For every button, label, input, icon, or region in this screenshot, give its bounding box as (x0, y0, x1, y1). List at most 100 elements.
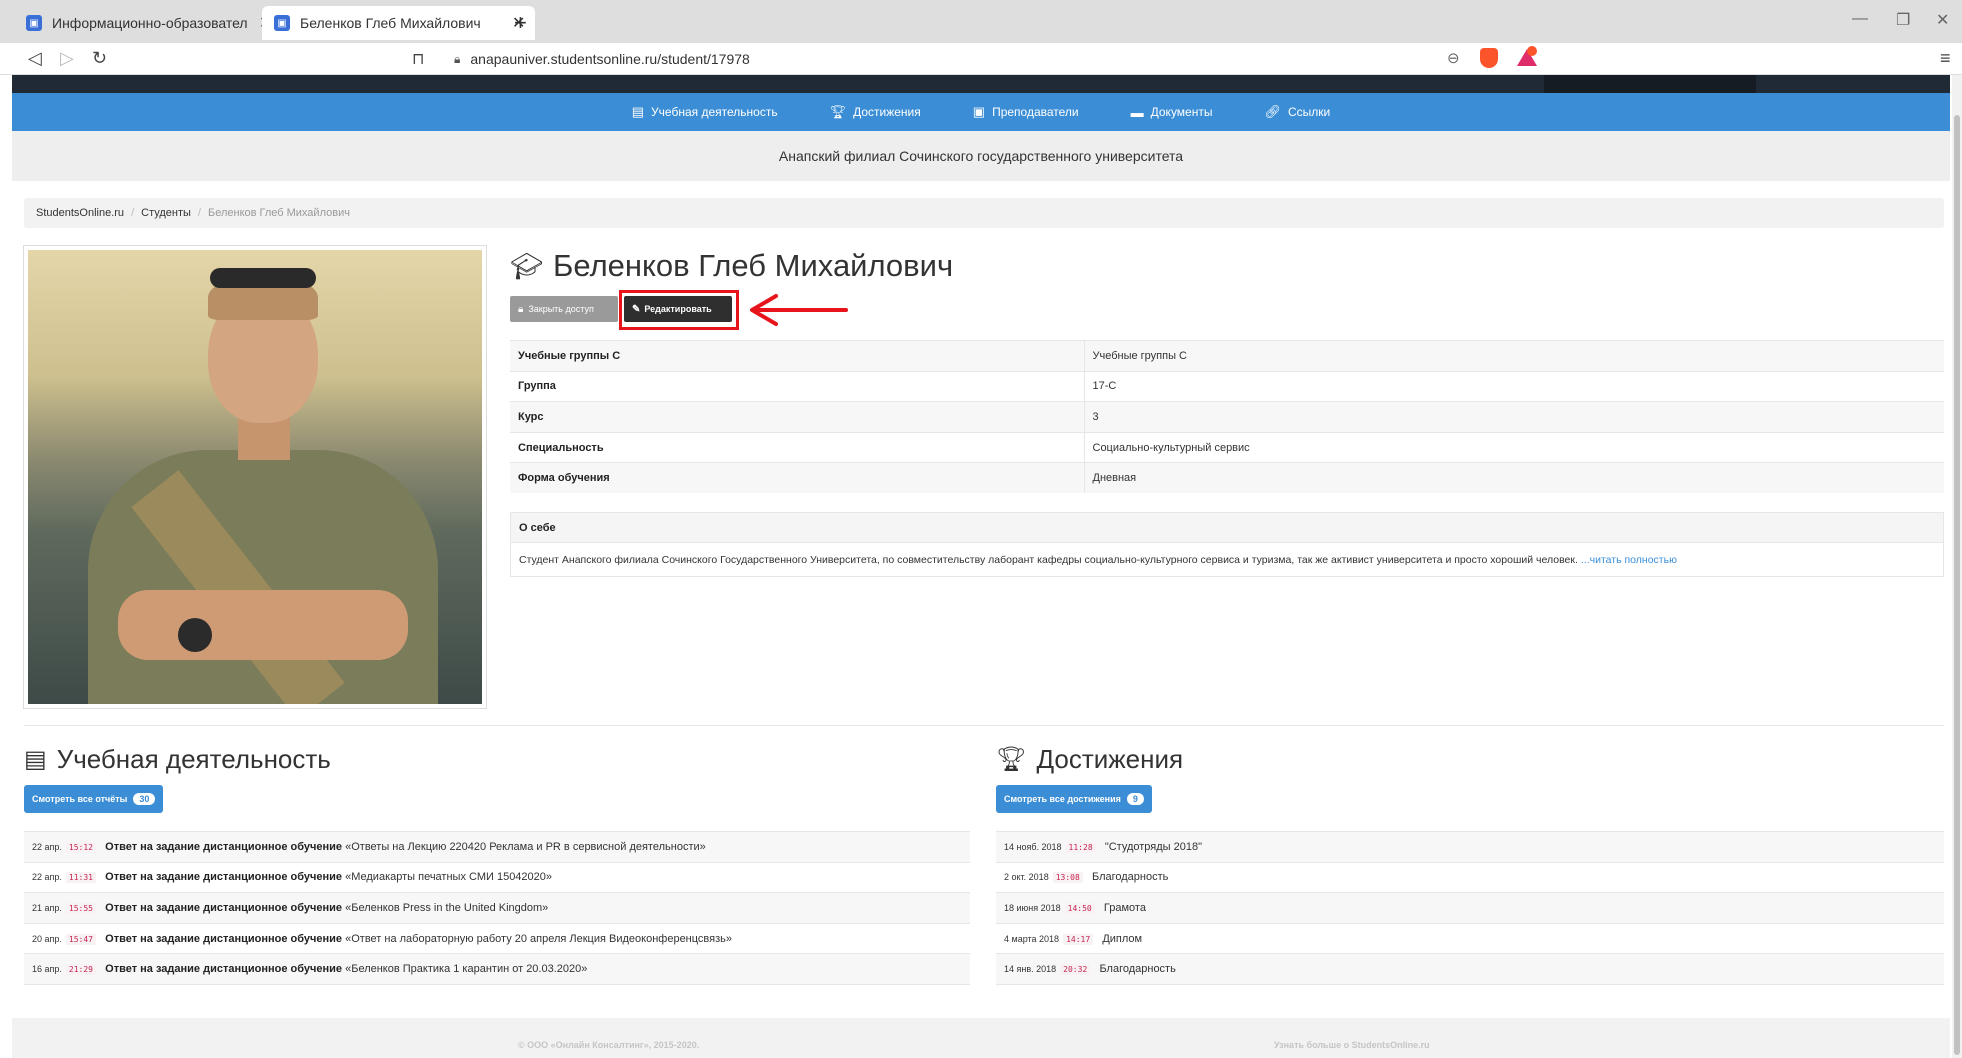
photo-sunglasses (210, 268, 316, 288)
item-time: 11:31 (65, 872, 96, 884)
profile-info-table: Учебные группы С Учебные группы С Группа… (510, 340, 1944, 494)
new-tab-icon[interactable]: + (514, 10, 527, 36)
link-icon: 🔗︎ (1264, 104, 1281, 119)
breadcrumb-students[interactable]: Студенты (141, 207, 191, 219)
breadcrumb-current: Беленков Глеб Михайлович (207, 207, 350, 219)
list-item[interactable]: 20 апр. 15:47 Ответ на задание дистанцион… (24, 922, 970, 955)
minimize-icon[interactable]: — (1852, 10, 1868, 28)
graduation-cap-icon: 🎓︎ (510, 250, 544, 281)
brave-shield-icon[interactable] (1480, 48, 1498, 68)
list-item[interactable]: 21 апр. 15:55 Ответ на задание дистанцион… (24, 892, 970, 924)
annotation-highlight-box (619, 290, 739, 330)
trophy-icon: 🏆︎ (829, 104, 847, 119)
book-icon: ▤ (631, 104, 645, 119)
footer-learn-more-link[interactable]: Узнать больше о StudentsOnline.ru (1274, 1040, 1430, 1050)
table-row: Специальность Социально-культурный серви… (510, 431, 1944, 463)
forward-icon[interactable]: ▷ (60, 48, 74, 69)
url-field[interactable]: 🔒︎ anapauniver.studentsonline.ru/student… (454, 47, 1534, 71)
scrollbar-thumb[interactable] (1954, 115, 1960, 1055)
view-all-reports-button[interactable]: Смотреть все отчёты 30 (24, 785, 164, 813)
teacher-icon: ▣ (972, 104, 986, 119)
browser-tab-bar: ▣ Информационно-образовательн ✕ ▣ Беленк… (0, 0, 1962, 43)
folder-icon: ▬ (1130, 104, 1144, 120)
item-date: 2 окт. 2018 (1004, 872, 1049, 883)
list-item[interactable]: 4 марта 2018 14:17 Диплом (996, 922, 1944, 955)
breadcrumb: StudentsOnline.ru / Студенты / Беленков … (24, 198, 1944, 228)
tab-title: Беленков Глеб Михайлович (300, 15, 481, 31)
nav-item-teachers[interactable]: ▣ Преподаватели (947, 104, 1105, 120)
achievements-title: 🏆︎ Достижения (996, 744, 1183, 775)
restore-icon[interactable]: ❐ (1896, 10, 1910, 30)
back-icon[interactable]: ◁ (28, 48, 42, 69)
browser-tab-active[interactable]: ▣ Беленков Глеб Михайлович ✕ (262, 6, 536, 40)
branch-title: Анапский филиал Сочинского государственн… (12, 131, 1950, 181)
list-item[interactable]: 14 нояб. 2018 11:28 "Студотряды 2018" (996, 831, 1944, 863)
read-more-link[interactable]: ...читать полностью (1581, 554, 1677, 566)
breadcrumb-home[interactable]: StudentsOnline.ru (36, 207, 124, 219)
item-date: 20 апр. (32, 933, 62, 944)
item-text: Грамота (1103, 901, 1146, 914)
lock-icon: 🔒︎ (518, 303, 524, 315)
item-date: 22 апр. (32, 872, 62, 883)
nav-item-documents[interactable]: ▬ Документы (1105, 105, 1239, 120)
about-title: О себе (510, 512, 1944, 543)
footer-copyright: © ООО «Онлайн Консалтинг», 2015-2020. (518, 1040, 700, 1050)
item-time: 15:55 (65, 902, 96, 914)
page-scrollbar[interactable] (1952, 75, 1962, 1058)
item-time: 13:08 (1052, 872, 1083, 884)
reports-count-badge: 30 (133, 793, 156, 805)
achievements-count-badge: 9 (1126, 793, 1144, 805)
field-key: Специальность (510, 431, 1085, 463)
menu-icon[interactable]: ≡ (1940, 48, 1951, 69)
nav-label: Достижения (853, 105, 921, 119)
item-time: 15:12 (65, 841, 96, 853)
item-time: 21:29 (65, 964, 96, 976)
list-item[interactable]: 18 июня 2018 14:50 Грамота (996, 892, 1944, 924)
item-text: «Ответы на Лекцию 220420 Реклама и PR в … (345, 840, 706, 853)
page-footer: © ООО «Онлайн Консалтинг», 2015-2020. Уз… (12, 1018, 1950, 1058)
item-time: 14:50 (1064, 902, 1095, 914)
item-text: Диплом (1102, 932, 1143, 945)
item-text: Благодарность (1091, 871, 1169, 884)
field-value: Социально-культурный сервис (1084, 431, 1944, 463)
item-date: 22 апр. (32, 841, 62, 852)
close-access-button[interactable]: 🔒︎ Закрыть доступ (510, 296, 618, 322)
list-item[interactable]: 14 янв. 2018 20:32 Благодарность (996, 953, 1944, 985)
item-time: 20:32 (1060, 964, 1091, 976)
item-date: 14 нояб. 2018 (1004, 841, 1062, 852)
window-close-icon[interactable]: ✕ (1936, 10, 1949, 30)
activity-list: 22 апр. 15:12 Ответ на задание дистанцион… (24, 831, 970, 985)
list-item[interactable]: 16 апр. 21:29 Ответ на задание дистанцион… (24, 953, 970, 985)
field-key: Группа (510, 370, 1085, 402)
bookmark-icon[interactable]: ⊓ (412, 49, 424, 69)
tab-title: Информационно-образовательн (52, 15, 247, 31)
photo-watch (178, 618, 212, 652)
field-value: 3 (1084, 401, 1944, 433)
list-item[interactable]: 2 окт. 2018 13:08 Благодарность (996, 861, 1944, 894)
item-type: Ответ на задание дистанционное обучение (105, 932, 343, 945)
main-navigation: ▤ Учебная деятельность 🏆︎ Достижения ▣ П… (12, 93, 1950, 131)
nav-item-links[interactable]: 🔗︎ Ссылки (1238, 104, 1356, 120)
table-row: Группа 17-С (510, 370, 1944, 402)
user-menu-block[interactable] (1544, 75, 1756, 93)
achievements-list: 14 нояб. 2018 11:28 "Студотряды 2018" 2 о… (996, 831, 1944, 985)
browser-tab[interactable]: ▣ Информационно-образовательн ✕ (14, 6, 282, 40)
list-item[interactable]: 22 апр. 11:31 Ответ на задание дистанцион… (24, 861, 970, 894)
reload-icon[interactable]: ↻ (92, 48, 107, 69)
zoom-icon[interactable]: ⊖ (1447, 49, 1460, 67)
breadcrumb-separator: / (197, 207, 201, 219)
book-icon: ▤ (24, 746, 47, 773)
activity-title-text: Учебная деятельность (56, 744, 331, 774)
list-item[interactable]: 22 апр. 15:12 Ответ на задание дистанцион… (24, 831, 970, 863)
about-text: Студент Анапского филиала Сочинского Гос… (510, 543, 1944, 577)
section-divider (24, 725, 1944, 726)
table-row: Курс 3 (510, 401, 1944, 433)
item-type: Ответ на задание дистанционное обучение (105, 871, 343, 884)
nav-item-activity[interactable]: ▤ Учебная деятельность (606, 104, 804, 120)
item-date: 4 марта 2018 (1004, 933, 1060, 944)
site-favicon-icon: ▣ (274, 15, 290, 31)
field-value: Учебные группы С (1084, 340, 1944, 372)
item-time: 11:28 (1065, 841, 1096, 853)
view-all-achievements-button[interactable]: Смотреть все достижения 9 (996, 785, 1152, 813)
nav-item-achievements[interactable]: 🏆︎ Достижения (804, 104, 947, 120)
